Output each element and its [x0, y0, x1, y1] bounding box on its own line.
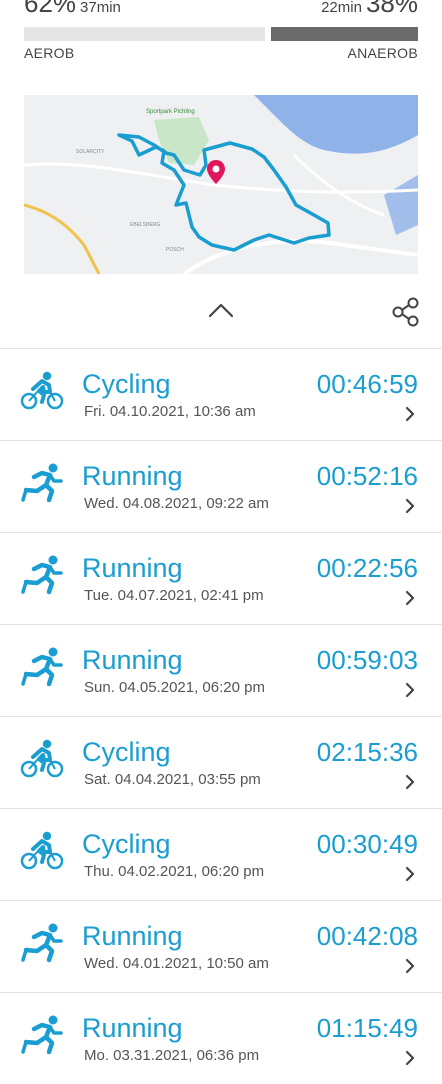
aerob-percent: 62% 37min [24, 0, 121, 19]
activity-row[interactable]: Running Wed. 04.01.2021, 10:50 am 00:42:08 [0, 900, 442, 992]
cycling-icon [20, 739, 64, 779]
chevron-right-icon[interactable] [404, 773, 416, 791]
running-icon [20, 647, 64, 687]
activity-date: Wed. 04.01.2021, 10:50 am [84, 955, 269, 972]
activity-date: Wed. 04.08.2021, 09:22 am [84, 495, 269, 512]
aerob-bar [24, 27, 265, 41]
activity-duration: 01:15:49 [316, 1013, 418, 1043]
chevron-right-icon[interactable] [404, 1049, 416, 1067]
anaerob-label: ANAEROB [347, 45, 418, 61]
zone-stats: 62% 37min 22min 38% [0, 0, 442, 22]
activity-date: Sat. 04.04.2021, 03:55 pm [84, 771, 261, 788]
activity-row[interactable]: Cycling Sat. 04.04.2021, 03:55 pm 02:15:36 [0, 716, 442, 808]
aerob-percent-value: 62% [24, 0, 77, 18]
activity-list: Cycling Fri. 04.10.2021, 10:36 am 00:46:59… [0, 348, 442, 1084]
activity-duration: 00:46:59 [316, 369, 418, 399]
chevron-right-icon[interactable] [404, 497, 416, 515]
activity-duration: 00:59:03 [316, 645, 418, 675]
map-label-ebelsberg: EBELSBERG [130, 222, 160, 228]
chevron-right-icon[interactable] [404, 589, 416, 607]
activity-duration: 02:15:36 [316, 737, 418, 767]
activity-date: Mo. 03.31.2021, 06:36 pm [84, 1047, 260, 1064]
activity-type: Cycling [82, 369, 171, 399]
activity-date: Thu. 04.02.2021, 06:20 pm [84, 863, 265, 880]
activity-type: Running [82, 1013, 183, 1043]
running-icon [20, 1015, 64, 1055]
activity-date: Tue. 04.07.2021, 02:41 pm [84, 587, 264, 604]
chevron-right-icon[interactable] [404, 957, 416, 975]
activity-row[interactable]: Cycling Fri. 04.10.2021, 10:36 am 00:46:59 [0, 348, 442, 440]
activity-duration: 00:30:49 [316, 829, 418, 859]
running-icon [20, 555, 64, 595]
anaerob-bar [271, 27, 418, 41]
route-map[interactable]: Sportpark Pichling SOLARCITY EBELSBERG P… [24, 95, 418, 274]
activity-type: Running [82, 553, 183, 583]
activity-row[interactable]: Running Wed. 04.08.2021, 09:22 am 00:52:16 [0, 440, 442, 532]
aerob-minutes: 37min [80, 0, 121, 16]
chevron-right-icon[interactable] [404, 681, 416, 699]
collapse-chevron-up-icon[interactable] [206, 300, 236, 320]
share-icon[interactable] [392, 297, 420, 327]
map-canvas: Sportpark Pichling SOLARCITY EBELSBERG P… [24, 95, 418, 274]
chevron-right-icon[interactable] [404, 865, 416, 883]
cycling-icon [20, 831, 64, 871]
running-icon [20, 923, 64, 963]
activity-duration: 00:22:56 [316, 553, 418, 583]
activity-date: Sun. 04.05.2021, 06:20 pm [84, 679, 265, 696]
map-label-solarcity: SOLARCITY [76, 149, 105, 155]
activity-duration: 00:42:08 [316, 921, 418, 951]
activity-type: Running [82, 921, 183, 951]
anaerob-percent-value: 38% [365, 0, 418, 18]
activity-date: Fri. 04.10.2021, 10:36 am [84, 403, 256, 420]
activity-type: Cycling [82, 737, 171, 767]
activity-type: Running [82, 461, 183, 491]
map-label-posch: POSCH [166, 247, 184, 253]
chevron-right-icon[interactable] [404, 405, 416, 423]
anaerob-minutes: 22min [321, 0, 362, 16]
running-icon [20, 463, 64, 503]
map-label-sportpark: Sportpark Pichling [146, 109, 195, 115]
activity-row[interactable]: Cycling Thu. 04.02.2021, 06:20 pm 00:30:49 [0, 808, 442, 900]
activity-type: Running [82, 645, 183, 675]
cycling-icon [20, 371, 64, 411]
anaerob-percent: 22min 38% [321, 0, 418, 19]
activity-type: Cycling [82, 829, 171, 859]
activity-row[interactable]: Running Tue. 04.07.2021, 02:41 pm 00:22:56 [0, 532, 442, 624]
activity-row[interactable]: Running Sun. 04.05.2021, 06:20 pm 00:59:03 [0, 624, 442, 716]
aerob-label: AEROB [24, 45, 75, 61]
activity-duration: 00:52:16 [316, 461, 418, 491]
activity-row[interactable]: Running Mo. 03.31.2021, 06:36 pm 01:15:49 [0, 992, 442, 1084]
